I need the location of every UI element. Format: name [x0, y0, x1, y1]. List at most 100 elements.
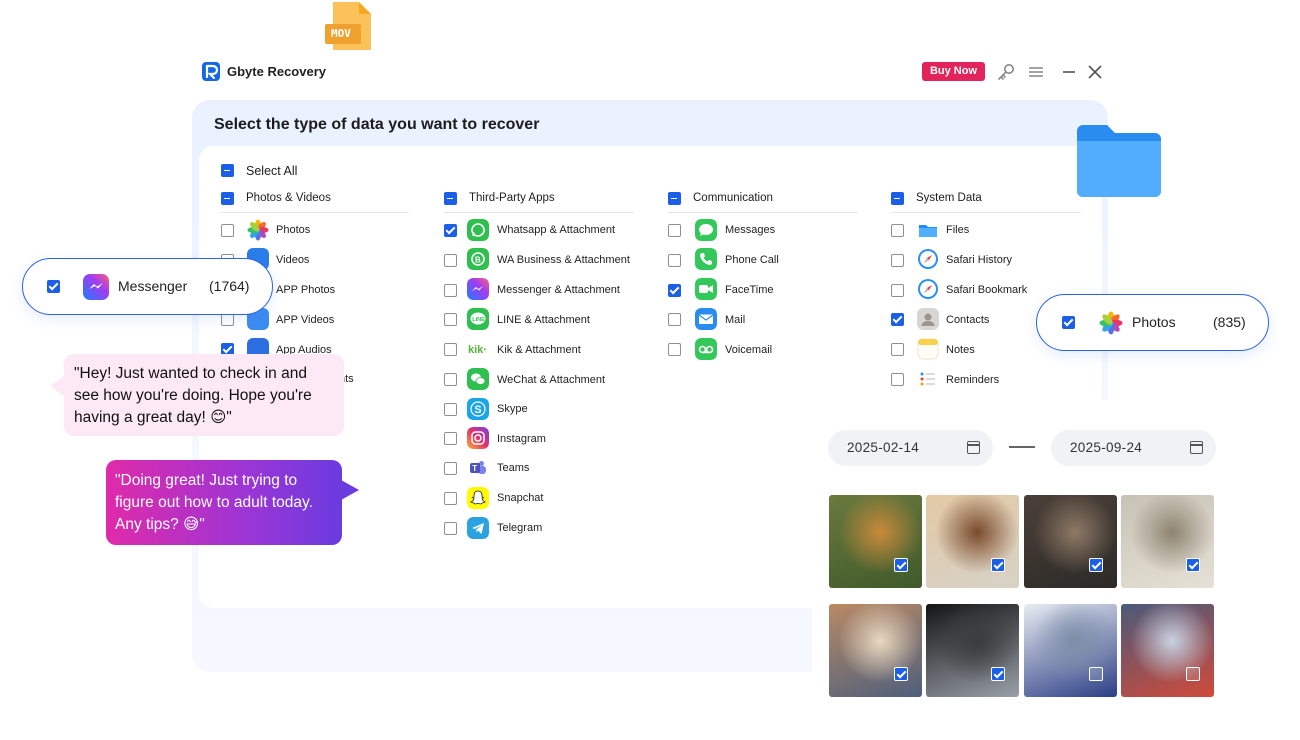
instagram-icon: [467, 427, 489, 449]
item-label-safari-history: Safari History: [946, 254, 1013, 266]
item-label-skype: Skype: [497, 403, 528, 415]
item-checkbox-instagram[interactable]: [444, 432, 457, 445]
kik-icon: kik·: [468, 344, 487, 356]
category-checkbox-photos-videos[interactable]: [221, 192, 234, 205]
item-label-wechat: WeChat & Attachment: [497, 374, 606, 386]
photo-thumbnail-winter-couple[interactable]: [1121, 604, 1214, 697]
item-checkbox-whatsapp[interactable]: [444, 224, 457, 237]
phone-icon: [695, 248, 717, 270]
item-checkbox-teams[interactable]: [444, 462, 457, 475]
telegram-icon: [467, 517, 489, 539]
voicemail-icon: [695, 338, 717, 360]
item-checkbox-telegram[interactable]: [444, 522, 457, 535]
close-icon[interactable]: [1085, 62, 1105, 82]
item-checkbox-voicemail[interactable]: [668, 343, 681, 356]
buy-now-button[interactable]: Buy Now: [922, 62, 985, 81]
photo-thumbnail-checkbox[interactable]: [1089, 558, 1103, 572]
photos-summary-card[interactable]: Photos (835): [1036, 294, 1269, 351]
date-to-field[interactable]: 2025-09-24: [1051, 430, 1216, 466]
item-checkbox-mail[interactable]: [668, 313, 681, 326]
item-checkbox-safari-history[interactable]: [891, 254, 904, 267]
item-checkbox-kik[interactable]: [444, 343, 457, 356]
item-label-telegram: Telegram: [497, 522, 543, 534]
photos-app-icon: [1099, 311, 1123, 335]
photo-thumbnail-snowboarder[interactable]: [1024, 604, 1117, 697]
item-label-files: Files: [946, 224, 970, 236]
messenger-icon: [467, 278, 489, 300]
item-checkbox-files[interactable]: [891, 224, 904, 237]
item-label-safari-bookmark: Safari Bookmark: [946, 284, 1028, 296]
messenger-card-label: Messenger: [118, 278, 188, 294]
date-range-separator: [1009, 446, 1035, 448]
category-title-communication: Communication: [693, 192, 773, 204]
photo-thumbnail-friends-selfie[interactable]: [926, 495, 1019, 588]
minimize-icon[interactable]: [1059, 62, 1079, 82]
menu-icon[interactable]: [1026, 62, 1046, 82]
photo-thumbnail-checkbox[interactable]: [1089, 667, 1103, 681]
key-icon[interactable]: [996, 62, 1016, 82]
date-to-value: 2025-09-24: [1070, 440, 1143, 455]
category-checkbox-system-data[interactable]: [891, 192, 904, 205]
messenger-summary-card[interactable]: Messenger (1764): [22, 258, 273, 315]
item-checkbox-safari-bookmark[interactable]: [891, 284, 904, 297]
item-label-wa-business: WA Business & Attachment: [497, 254, 630, 266]
item-checkbox-reminders[interactable]: [891, 373, 904, 386]
item-checkbox-phone-call[interactable]: [668, 254, 681, 267]
item-checkbox-snapchat[interactable]: [444, 492, 457, 505]
messenger-icon: [83, 274, 109, 300]
category-checkbox-communication[interactable]: [668, 192, 681, 205]
contacts-icon: [917, 308, 939, 330]
item-checkbox-contacts[interactable]: [891, 313, 904, 326]
item-label-kik: Kik & Attachment: [497, 344, 581, 356]
select-all-label: Select All: [246, 164, 298, 178]
title-bar: Gbyte Recovery Buy Now: [180, 52, 1120, 92]
outgoing-chat-bubble: "Doing great! Just trying to figure out …: [106, 460, 359, 545]
files-icon: [919, 225, 937, 237]
select-all-checkbox[interactable]: [221, 164, 234, 177]
photo-thumbnail-night-portrait[interactable]: [926, 604, 1019, 697]
messenger-card-count: (1764): [209, 278, 250, 294]
photo-thumbnail-food-table[interactable]: [829, 604, 922, 697]
item-label-app-photos: APP Photos: [276, 284, 336, 296]
item-checkbox-wechat[interactable]: [444, 373, 457, 386]
item-label-photos: Photos: [276, 224, 311, 236]
photo-thumbnail-checkbox[interactable]: [1186, 667, 1200, 681]
calendar-icon[interactable]: [967, 441, 980, 454]
calendar-icon[interactable]: [1190, 441, 1203, 454]
date-from-value: 2025-02-14: [847, 440, 920, 455]
divider: [444, 212, 634, 213]
photo-thumbnail-checkbox[interactable]: [894, 558, 908, 572]
reminders-icon: [917, 368, 939, 390]
item-checkbox-line[interactable]: [444, 313, 457, 326]
photo-thumbnail-checkbox[interactable]: [991, 667, 1005, 681]
item-checkbox-notes[interactable]: [891, 343, 904, 356]
incoming-chat-bubble: "Hey! Just wanted to check in and see ho…: [50, 354, 344, 436]
outgoing-chat-text: "Doing great! Just trying to figure out …: [115, 472, 313, 533]
item-label-whatsapp: Whatsapp & Attachment: [497, 224, 616, 236]
photo-thumbnail-old-town-alley[interactable]: [1121, 495, 1214, 588]
item-label-contacts: Contacts: [946, 314, 990, 326]
photo-thumbnail-checkbox[interactable]: [1186, 558, 1200, 572]
skype-icon: S: [467, 398, 489, 420]
wa-business-icon: B: [467, 248, 489, 270]
item-checkbox-messenger[interactable]: [444, 284, 457, 297]
item-label-messages: Messages: [725, 224, 776, 236]
photo-thumbnail-city-street[interactable]: [1024, 495, 1117, 588]
date-from-field[interactable]: 2025-02-14: [828, 430, 993, 466]
app-logo-icon: [202, 62, 220, 81]
item-checkbox-photos[interactable]: [221, 224, 234, 237]
photo-thumbnail-autumn-tree[interactable]: [829, 495, 922, 588]
messenger-card-checkbox[interactable]: [47, 280, 60, 293]
svg-text:LINE: LINE: [472, 317, 485, 323]
photos-card-label: Photos: [1132, 314, 1176, 330]
photo-thumbnail-checkbox[interactable]: [991, 558, 1005, 572]
item-label-voicemail: Voicemail: [725, 344, 773, 356]
photo-thumbnail-checkbox[interactable]: [894, 667, 908, 681]
item-label-mail: Mail: [725, 314, 746, 326]
item-checkbox-messages[interactable]: [668, 224, 681, 237]
category-checkbox-third-party[interactable]: [444, 192, 457, 205]
item-checkbox-facetime[interactable]: [668, 284, 681, 297]
item-checkbox-wa-business[interactable]: [444, 254, 457, 267]
photos-card-checkbox[interactable]: [1062, 316, 1075, 329]
item-checkbox-skype[interactable]: [444, 403, 457, 416]
